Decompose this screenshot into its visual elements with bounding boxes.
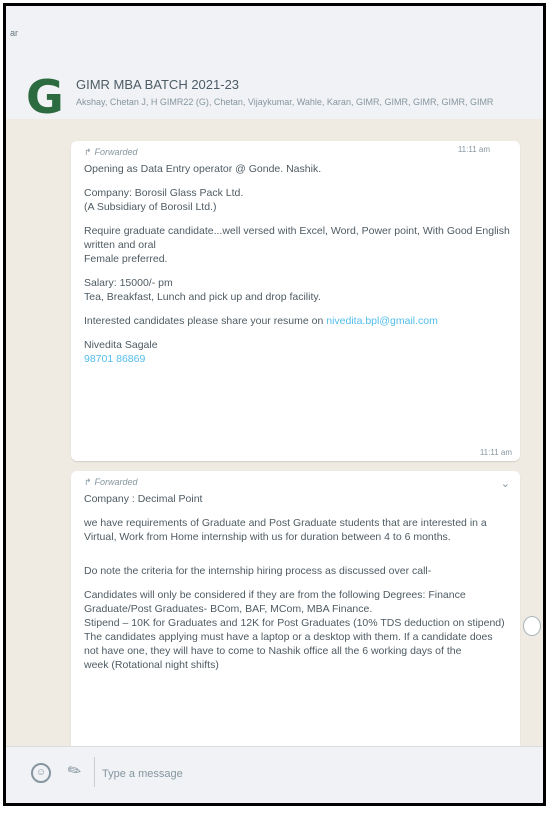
message-line: Tea, Breakfast, Lunch and pick up and dr… [84, 291, 321, 303]
message-line: written and oral [84, 239, 156, 251]
message-input[interactable] [100, 761, 523, 787]
message-line: Company: Borosil Glass Pack Ltd. [84, 187, 244, 199]
divider [94, 757, 95, 787]
scroll-down-button[interactable] [523, 616, 541, 636]
message-line: not have one, they will have to come to … [84, 645, 462, 657]
previous-timestamp: 11:11 am [457, 145, 490, 154]
top-bar: ar [6, 6, 543, 54]
message-line: Require graduate candidate...well versed… [84, 225, 510, 237]
group-avatar[interactable]: G [26, 74, 64, 120]
message-line: Candidates will only be considered if th… [84, 589, 466, 601]
message-line: (A Subsidiary of Borosil Ltd.) [84, 201, 217, 213]
chat-header[interactable]: G GIMR MBA BATCH 2021-23 Akshay, Chetan … [6, 53, 543, 120]
email-link[interactable]: nivedita.bpl@gmail.com [326, 315, 438, 327]
message-line: Interested candidates please share your … [84, 315, 438, 327]
message-line: Nivedita Sagale [84, 339, 158, 351]
forward-icon: ↱ [84, 477, 92, 487]
paperclip-icon[interactable]: ✎ [64, 759, 86, 783]
message-line: Graduate/Post Graduates- BCom, BAF, MCom… [84, 603, 373, 615]
message-bubble[interactable]: ⌄ ↱ Forwarded Company : Decimal Point we … [71, 471, 520, 747]
message-line: Virtual, Work from Home internship with … [84, 531, 451, 543]
message-line: week (Rotational night shifts) [84, 659, 219, 671]
top-bar-text: ar [10, 28, 19, 38]
forward-icon: ↱ [84, 147, 92, 157]
app-window: ar G GIMR MBA BATCH 2021-23 Akshay, Chet… [3, 3, 546, 806]
forwarded-label: ↱ Forwarded [84, 477, 138, 487]
group-members: Akshay, Chetan J, H GIMR22 (G), Chetan, … [76, 97, 494, 107]
message-line: Do note the criteria for the internship … [84, 565, 432, 577]
message-list[interactable]: 11:11 am ↱ Forwarded Opening as Data Entr… [6, 119, 543, 747]
message-line: we have requirements of Graduate and Pos… [84, 517, 487, 529]
group-title[interactable]: GIMR MBA BATCH 2021-23 [76, 77, 239, 92]
message-line: The candidates applying must have a lapt… [84, 631, 493, 643]
message-line: Female preferred. [84, 253, 168, 265]
phone-link[interactable]: 98701 86869 [84, 352, 510, 366]
emoji-icon[interactable]: ☺ [31, 763, 51, 783]
message-line: Company : Decimal Point [84, 493, 203, 505]
chevron-down-icon[interactable]: ⌄ [501, 477, 510, 490]
message-line: Salary: 15000/- pm [84, 277, 173, 289]
forwarded-label: ↱ Forwarded [84, 147, 138, 157]
composer-bar: ☺ ✎ [6, 746, 543, 803]
message-line: Stipend – 10K for Graduates and 12K for … [84, 617, 505, 629]
message-line: Opening as Data Entry operator @ Gonde. … [84, 163, 322, 175]
message-bubble[interactable]: 11:11 am ↱ Forwarded Opening as Data Entr… [71, 141, 520, 461]
message-timestamp: 11:11 am [479, 448, 512, 457]
